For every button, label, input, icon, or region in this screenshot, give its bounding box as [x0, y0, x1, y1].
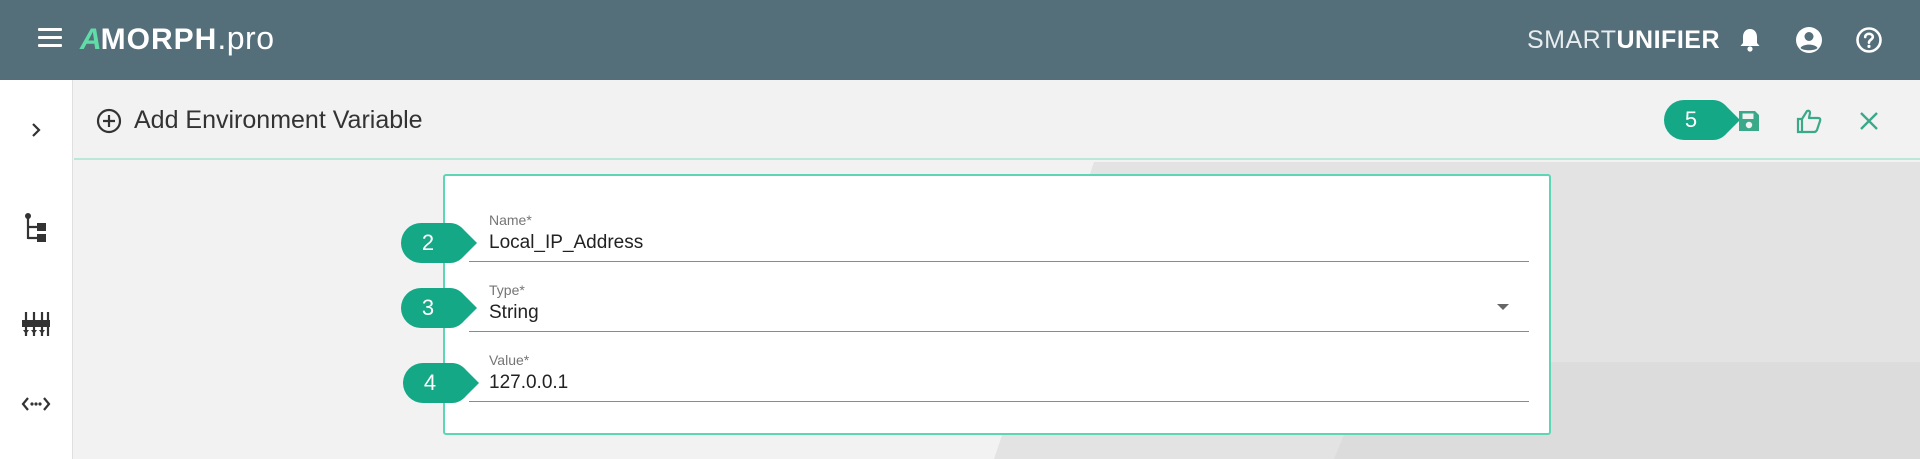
thumb-up-icon[interactable]	[1792, 104, 1826, 138]
menu-icon[interactable]	[36, 28, 64, 52]
callout-4-number: 4	[423, 370, 437, 395]
add-circle-icon	[96, 108, 122, 133]
dropdown-arrow-icon[interactable]	[1497, 304, 1509, 310]
logo-morph: MORPH	[100, 23, 218, 56]
bell-icon[interactable]	[1734, 24, 1766, 56]
value-field[interactable]: Value* 127.0.0.1	[469, 344, 1529, 402]
product-brand: SMARTUNIFIER	[1527, 26, 1720, 55]
callout-2-number: 2	[421, 230, 435, 255]
chevron-right-icon[interactable]	[18, 112, 54, 148]
type-value[interactable]: String	[489, 302, 539, 324]
page-header: Add Environment Variable 5	[74, 80, 1920, 160]
callout-4: 4	[402, 362, 480, 404]
account-circle-icon[interactable]	[1793, 24, 1825, 56]
top-app-bar: A MORPH .pro SMARTUNIFIER	[0, 0, 1920, 80]
page-title: Add Environment Variable	[96, 106, 423, 135]
callout-3: 3	[400, 287, 478, 329]
type-select[interactable]: Type* String	[469, 274, 1529, 332]
type-label: Type*	[489, 282, 525, 298]
help-circle-icon[interactable]	[1853, 24, 1885, 56]
logo-pro: .pro	[217, 20, 275, 56]
name-label: Name*	[489, 212, 532, 228]
save-icon[interactable]	[1732, 104, 1766, 138]
brand-smart: SMART	[1526, 26, 1617, 54]
name-field[interactable]: Name* Local_IP_Address	[469, 204, 1529, 262]
logo-a: A	[80, 23, 102, 56]
equalizer-icon[interactable]	[18, 306, 54, 342]
callout-2: 2	[400, 222, 478, 264]
value-value[interactable]: 127.0.0.1	[489, 372, 568, 394]
name-value[interactable]: Local_IP_Address	[489, 232, 643, 254]
environment-variable-form: Name* Local_IP_Address Type* String Valu…	[443, 174, 1551, 435]
tree-structure-icon[interactable]	[18, 210, 54, 246]
value-label: Value*	[489, 352, 530, 368]
callout-3-number: 3	[421, 295, 435, 320]
callout-5: 5	[1663, 99, 1741, 141]
callout-5-number: 5	[1684, 107, 1698, 132]
code-arrows-icon[interactable]	[18, 386, 54, 422]
brand-unifier: UNIFIER	[1616, 26, 1720, 54]
app-logo[interactable]: A MORPH .pro	[80, 20, 274, 60]
close-icon[interactable]	[1852, 104, 1886, 138]
left-sidebar	[0, 80, 73, 459]
page-title-text: Add Environment Variable	[134, 106, 423, 134]
